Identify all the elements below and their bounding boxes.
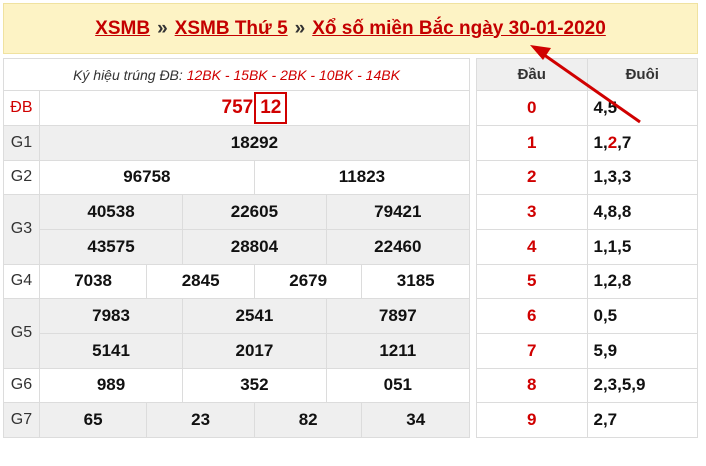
special-symbols-label: Ký hiệu trúng ĐB: (73, 66, 183, 83)
special-symbols-cell: Ký hiệu trúng ĐB: 12BK - 15BK - 2BK - 10… (3, 57, 470, 92)
prize-label-g6: G6 (3, 367, 40, 404)
prize-label-g4: G4 (3, 263, 40, 300)
prize-label-g7: G7 (3, 402, 40, 438)
prize-row-g6: G6 989 352 051 (3, 367, 471, 404)
loto-row: 9 2,7 (476, 402, 698, 438)
prize-value: 34 (361, 402, 470, 438)
prize-label-g5: G5 (3, 298, 40, 369)
prize-value: 3185 (361, 263, 470, 300)
prize-label-g3: G3 (3, 194, 40, 265)
loto-dau: 0 (476, 90, 588, 126)
prize-table: Ký hiệu trúng ĐB: 12BK - 15BK - 2BK - 10… (3, 57, 471, 438)
loto-duoi: 4,8,8 (586, 194, 698, 230)
loto-row: 3 4,8,8 (476, 194, 698, 230)
db-number-head: 757 (221, 96, 254, 118)
breadcrumb-separator: » (294, 17, 306, 39)
prize-value: 1211 (325, 332, 471, 369)
loto-duoi: 1,2,8 (586, 263, 698, 300)
breadcrumb-header: XSMB » XSMB Thứ 5 » Xổ số miền Bắc ngày … (3, 3, 698, 54)
special-symbols-codes: 12BK - 15BK - 2BK - 10BK - 14BK (186, 66, 400, 83)
prize-value: 989 (38, 367, 184, 404)
breadcrumb-separator: » (157, 17, 168, 39)
prize-value: 2845 (146, 263, 255, 300)
loto-dau: 1 (476, 124, 588, 161)
prize-value: 43575 (38, 228, 184, 265)
prize-row-db: ĐB 757 12 (3, 90, 471, 126)
loto-duoi: 1,1,5 (586, 228, 698, 265)
loto-duoi-part: ,7 (617, 132, 632, 152)
breadcrumb-link-xsmb-thu5[interactable]: XSMB Thứ 5 (175, 18, 288, 40)
special-symbols-row: Ký hiệu trúng ĐB: 12BK - 15BK - 2BK - 10… (3, 57, 470, 92)
prize-value: 65 (38, 402, 148, 438)
prize-row-g1: G1 18292 (3, 124, 471, 161)
loto-duoi: 2,3,5,9 (586, 367, 698, 404)
loto-row: 7 5,9 (476, 332, 698, 369)
prize-value: 40538 (38, 194, 184, 230)
prize-row-g2: G2 96758 11823 (3, 159, 471, 196)
loto-dau: 2 (476, 159, 588, 196)
loto-duoi: 1,2,7 (586, 124, 698, 161)
prize-value: 96758 (38, 159, 255, 196)
loto-header-row: Đầu Đuôi (476, 57, 698, 92)
loto-row: 5 1,2,8 (476, 263, 698, 300)
prize-value: 7983 (38, 298, 184, 334)
loto-duoi: 1,3,3 (586, 159, 698, 196)
breadcrumb-link-result-date[interactable]: Xổ số miền Bắc ngày 30-01-2020 (312, 18, 606, 40)
loto-row: 6 0,5 (476, 298, 698, 334)
prize-row-g5: G5 7983 2541 7897 (3, 298, 471, 369)
prize-value: 051 (325, 367, 471, 404)
prize-value: 23 (146, 402, 255, 438)
loto-row: 0 4,5 (476, 90, 698, 126)
loto-duoi-highlight: 2 (607, 132, 618, 152)
db-number-tail-highlight: 12 (254, 91, 288, 124)
loto-row: 1 1,2,7 (476, 124, 698, 161)
loto-duoi: 5,9 (586, 332, 698, 369)
prize-row-g3-second: 43575 28804 22460 (4, 228, 471, 265)
prize-value: 18292 (38, 124, 471, 161)
loto-duoi: 2,7 (586, 402, 698, 438)
prize-value: 82 (253, 402, 363, 438)
loto-duoi-part: 1, (593, 132, 608, 152)
prize-value: 7897 (325, 298, 471, 334)
prize-value: 22605 (182, 194, 327, 230)
prize-value: 352 (182, 367, 327, 404)
prize-value: 2017 (182, 332, 327, 369)
loto-dau: 8 (476, 367, 588, 404)
prize-value: 5141 (38, 332, 184, 369)
loto-dau: 9 (476, 402, 588, 438)
prize-row-g3: G3 40538 22605 79421 (3, 194, 471, 265)
prize-label-g1: G1 (3, 124, 40, 161)
prize-value: 2679 (253, 263, 363, 300)
prize-row-g4: G4 7038 2845 2679 3185 (3, 263, 470, 300)
loto-header-duoi: Đuôi (586, 57, 698, 92)
loto-dau: 3 (476, 194, 588, 230)
loto-duoi: 0,5 (586, 298, 698, 334)
loto-dau: 5 (476, 263, 588, 300)
prize-value: 79421 (325, 194, 471, 230)
prize-value: 11823 (253, 159, 471, 196)
loto-row: 8 2,3,5,9 (476, 367, 698, 404)
loto-row: 4 1,1,5 (476, 228, 698, 265)
prize-value: 2541 (182, 298, 327, 334)
prize-value: 7038 (38, 263, 148, 300)
prize-value-db: 757 12 (38, 90, 471, 126)
loto-dau: 7 (476, 332, 588, 369)
prize-value: 22460 (325, 228, 471, 265)
loto-head-tail-table: Đầu Đuôi 0 4,5 1 1,2,7 2 1,3,3 3 4,8,8 4… (476, 57, 698, 438)
loto-row: 2 1,3,3 (476, 159, 698, 196)
loto-header-dau: Đầu (476, 57, 588, 92)
prize-row-g5-second: 5141 2017 1211 (4, 332, 471, 369)
prize-label-g2: G2 (3, 159, 40, 196)
prize-value: 28804 (182, 228, 327, 265)
loto-dau: 4 (476, 228, 588, 265)
loto-dau: 6 (476, 298, 588, 334)
breadcrumb-link-xsmb[interactable]: XSMB (95, 18, 150, 40)
prize-row-g7: G7 65 23 82 34 (3, 402, 470, 438)
prize-label-db: ĐB (3, 90, 40, 126)
loto-duoi: 4,5 (586, 90, 698, 126)
